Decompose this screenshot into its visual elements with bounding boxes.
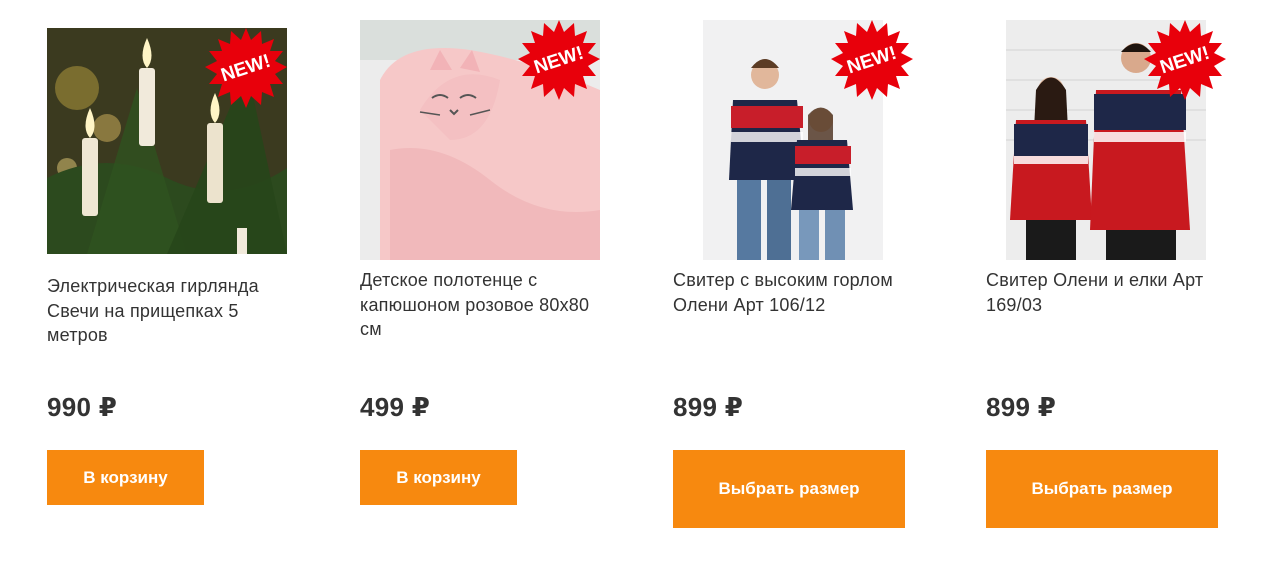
- product-price: 899 ₽: [673, 392, 744, 422]
- product-image[interactable]: NEW!: [986, 20, 1226, 260]
- new-badge: NEW!: [205, 28, 287, 108]
- product-price: 899 ₽: [986, 392, 1057, 422]
- product-image[interactable]: NEW!: [360, 20, 600, 260]
- product-card: NEW! Электрическая гирлянда Свечи на при…: [47, 20, 287, 505]
- choose-size-button[interactable]: Выбрать размер: [986, 450, 1218, 528]
- product-title[interactable]: Электрическая гирлянда Свечи на прищепка…: [47, 274, 287, 372]
- product-title[interactable]: Свитер с высоким горлом Олени Арт 106/12: [673, 268, 913, 366]
- product-price: 499 ₽: [360, 392, 431, 422]
- product-image[interactable]: NEW!: [47, 28, 287, 268]
- new-badge: NEW!: [1144, 20, 1226, 100]
- product-image[interactable]: NEW!: [673, 20, 913, 260]
- add-to-cart-button[interactable]: В корзину: [47, 450, 204, 505]
- product-card: NEW! Детское полотенце с капюшоном розов…: [360, 20, 600, 505]
- new-badge: NEW!: [831, 20, 913, 100]
- new-badge: NEW!: [518, 20, 600, 100]
- choose-size-button[interactable]: Выбрать размер: [673, 450, 905, 528]
- product-card: NEW! Свитер с высоким горлом Олени Арт 1…: [673, 20, 913, 528]
- product-card: NEW! Свитер Олени и елки Арт 169/03 899 …: [986, 20, 1226, 528]
- product-price: 990 ₽: [47, 392, 118, 422]
- product-title[interactable]: Свитер Олени и елки Арт 169/03: [986, 268, 1226, 366]
- product-title[interactable]: Детское полотенце с капюшоном розовое 80…: [360, 268, 600, 366]
- add-to-cart-button[interactable]: В корзину: [360, 450, 517, 505]
